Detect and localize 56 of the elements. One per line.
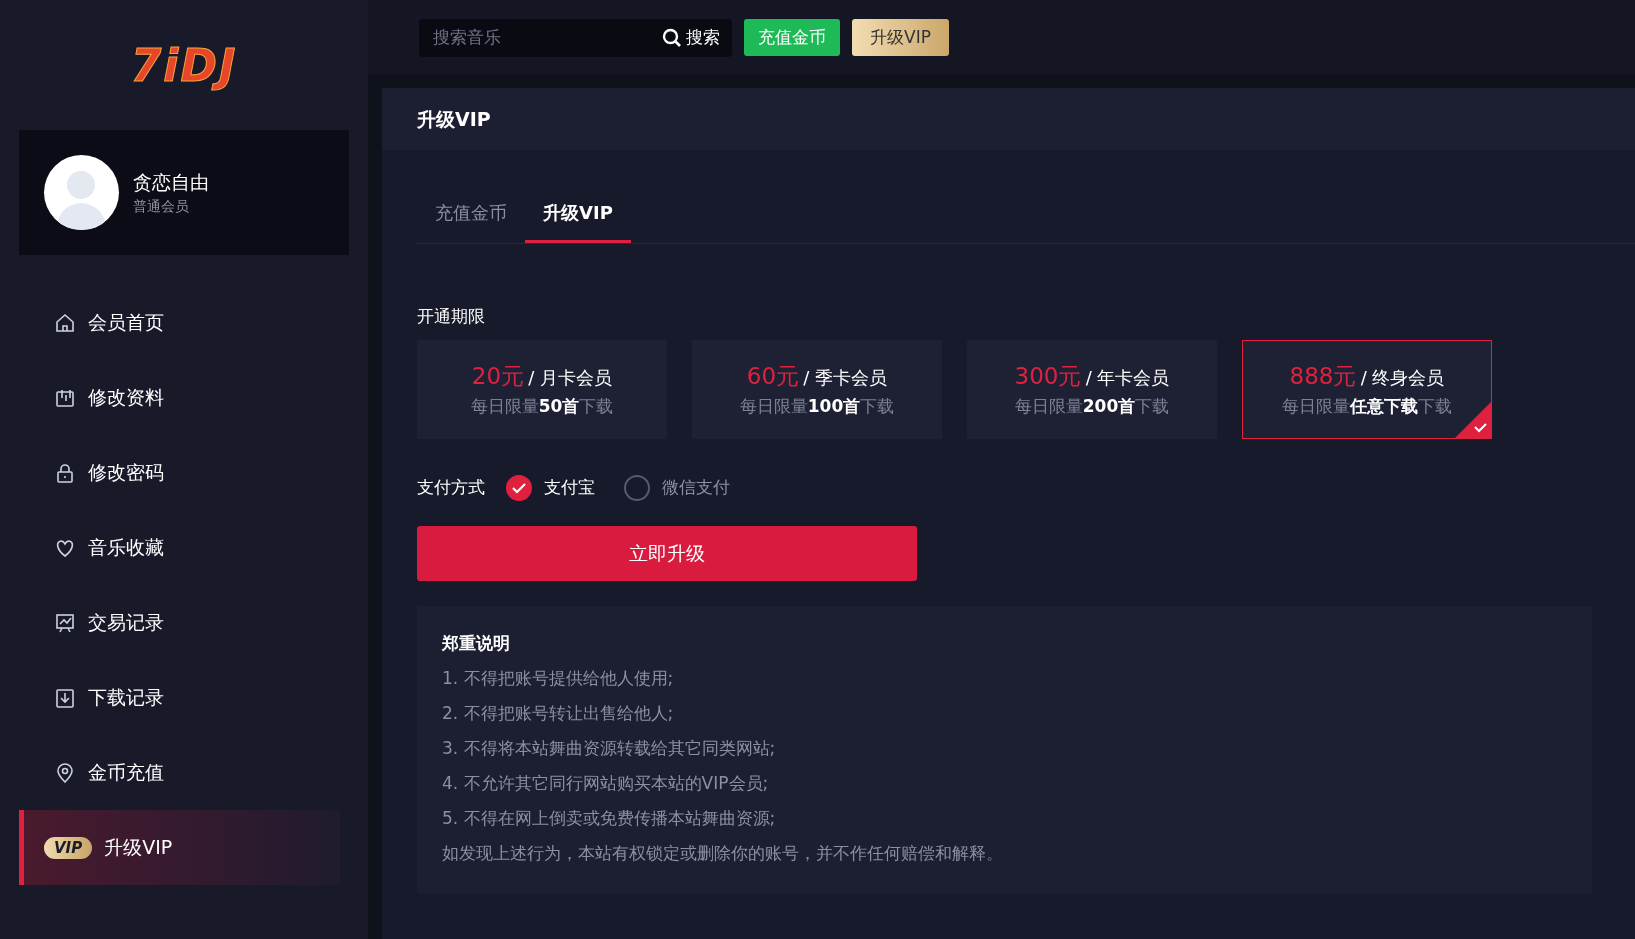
chart-icon [54, 611, 76, 634]
download-icon [54, 686, 76, 709]
member-level: 普通会员 [133, 197, 190, 217]
plan-name: / 年卡会员 [1085, 367, 1170, 388]
notice-line: 5. 不得在网上倒卖或免费传播本站舞曲资源; [442, 806, 777, 830]
plan-card[interactable]: 60元 / 季卡会员 每日限量100首下载 [692, 339, 942, 439]
plan-name: / 季卡会员 [803, 367, 888, 388]
user-name: 贪恋自由 [133, 169, 209, 195]
plan-description: 每日限量任意下载下载 [1282, 394, 1452, 418]
radio-button[interactable] [623, 474, 650, 501]
sidebar-item[interactable]: 修改资料 [19, 360, 340, 435]
plan-price: 20元 [471, 363, 525, 389]
sidebar-item[interactable]: 下载记录 [19, 660, 340, 735]
home-icon [54, 311, 76, 334]
sidebar-item[interactable]: 交易记录 [19, 585, 340, 660]
payment-option[interactable]: 支付宝 [543, 474, 595, 501]
payment-option[interactable]: 微信支付 [661, 474, 730, 501]
panel-title: 升级VIP [382, 88, 1635, 150]
location-pin-icon [54, 761, 76, 784]
plan-card[interactable]: 300元 / 年卡会员 每日限量200首下载 [967, 339, 1217, 439]
notice-line: 2. 不得把账号转让出售给他人; [442, 701, 675, 725]
sidebar-item[interactable]: 修改密码 [19, 435, 340, 510]
radio-button[interactable] [505, 474, 532, 501]
tab[interactable]: 充值金币 [417, 185, 525, 243]
plan-card[interactable]: 888元 / 终身会员 每日限量任意下载下载 [1242, 339, 1492, 439]
notice-line: 4. 不允许其它同行网站购买本站的VIP会员; [442, 771, 770, 795]
notice-line: 3. 不得将本站舞曲资源转载给其它同类网站; [442, 736, 777, 760]
lock-icon [54, 461, 76, 484]
notice-line: 如发现上述行为，本站有权锁定或删除你的账号，并不作任何赔偿和解释。 [442, 841, 1004, 865]
plan-price: 888元 [1289, 363, 1357, 389]
plan-name: / 月卡会员 [528, 367, 613, 388]
check-corner-icon [1455, 401, 1491, 438]
sidebar-item[interactable]: VIP 升级VIP [19, 810, 340, 885]
payment-label: 支付方式 [417, 475, 485, 499]
check-icon [511, 481, 526, 494]
plan-description: 每日限量100首下载 [739, 394, 895, 418]
notice-title: 郑重说明 [442, 632, 511, 655]
plan-price: 300元 [1014, 363, 1082, 389]
search-button[interactable]: 搜索 [662, 24, 720, 51]
upgrade-button[interactable]: 立即升级 [417, 526, 917, 581]
tab[interactable]: 升级VIP [525, 185, 631, 243]
vip-badge: VIP [44, 836, 93, 859]
plan-name: / 终身会员 [1360, 367, 1445, 388]
plan-price: 60元 [746, 363, 800, 389]
plan-description: 每日限量200首下载 [1014, 394, 1170, 418]
sidebar-item[interactable]: 会员首页 [19, 285, 340, 360]
plan-description: 每日限量50首下载 [470, 394, 614, 418]
sidebar-item[interactable]: 金币充值 [19, 735, 340, 810]
logo[interactable]: 7iDJ [130, 39, 238, 91]
notice-line: 1. 不得把账号提供给他人使用; [442, 666, 675, 690]
search-field[interactable]: 搜索音乐 搜索 [419, 18, 732, 57]
search-icon [662, 27, 682, 48]
section-label: 开通期限 [417, 305, 486, 328]
sidebar-item[interactable]: 音乐收藏 [19, 510, 340, 585]
vip-button[interactable]: 升级VIP [852, 19, 949, 56]
plan-card[interactable]: 20元 / 月卡会员 每日限量50首下载 [417, 339, 667, 439]
